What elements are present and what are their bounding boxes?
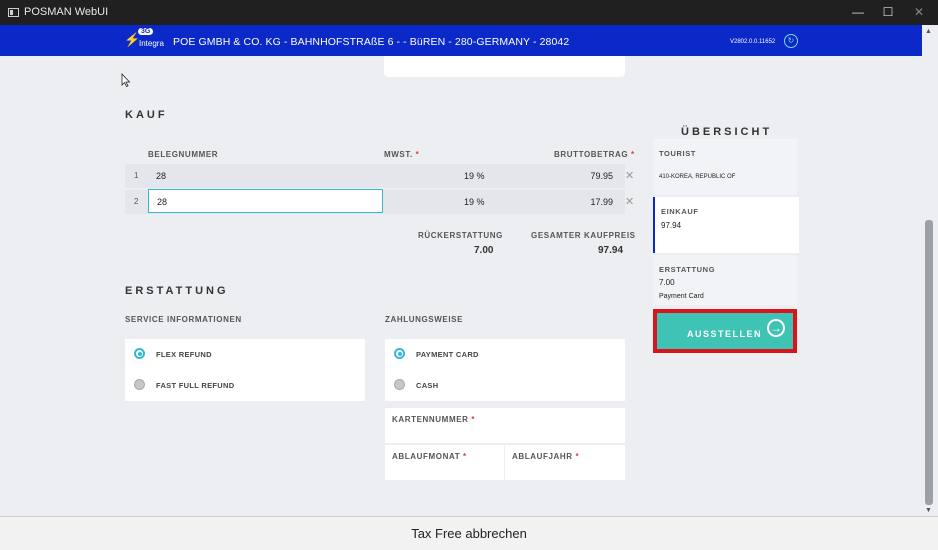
version-label: V2802.0.0.11652 bbox=[730, 39, 776, 45]
payment-card-option[interactable]: PAYMENT CARD bbox=[385, 339, 625, 370]
option-label: FLEX REFUND bbox=[156, 350, 212, 359]
integra-logo: ⚡ 3G Integra bbox=[124, 28, 168, 51]
table-row: 1 28 19 % 79.95 ✕ bbox=[125, 164, 634, 188]
kauf-section-title: KAUF bbox=[125, 109, 168, 121]
minimize-button[interactable]: — bbox=[850, 4, 866, 20]
col-mwst: MWST. * bbox=[384, 150, 420, 159]
partial-card bbox=[384, 56, 625, 77]
belegnummer-input[interactable]: 28 bbox=[148, 189, 383, 213]
option-label: PAYMENT CARD bbox=[416, 350, 479, 359]
ausstellen-button[interactable]: AUSSTELLEN → bbox=[657, 313, 793, 349]
einkauf-value: 97.94 bbox=[661, 221, 682, 230]
belegnummer-value[interactable]: 28 bbox=[156, 171, 166, 181]
ausstellen-label: AUSSTELLEN bbox=[687, 329, 763, 339]
window-titlebar: POSMAN WebUI — ☐ ✕ bbox=[0, 0, 938, 25]
brutto-value[interactable]: 17.99 bbox=[590, 197, 613, 207]
flex-refund-option[interactable]: FLEX REFUND bbox=[125, 339, 365, 370]
refresh-icon[interactable]: ↻ bbox=[784, 34, 798, 48]
kartennummer-field[interactable]: KARTENNUMMER * bbox=[385, 408, 625, 443]
erstattung-section-title: ERSTATTUNG bbox=[125, 285, 229, 297]
logo-text: Integra bbox=[139, 39, 164, 48]
row-index: 1 bbox=[134, 171, 139, 180]
footer-bar[interactable]: Tax Free abbrechen bbox=[0, 516, 938, 550]
tourist-country: 410-KOREA, REPUBLIC OF bbox=[659, 174, 736, 180]
uebersicht-title: ÜBERSICHT bbox=[681, 126, 773, 138]
app-window-icon bbox=[8, 8, 19, 17]
erstattung-label: ERSTATTUNG bbox=[659, 265, 716, 274]
app-header: ⚡ 3G Integra POE GMBH & CO. KG - BAHNHOF… bbox=[0, 25, 922, 56]
remove-row-icon[interactable]: ✕ bbox=[625, 169, 634, 182]
plug-icon: ⚡ bbox=[124, 32, 141, 47]
cash-option[interactable]: CASH bbox=[385, 370, 625, 401]
window-title: POSMAN WebUI bbox=[24, 6, 109, 18]
col-belegnummer: BELEGNUMMER bbox=[148, 150, 219, 159]
erstattung-value: 7.00 bbox=[659, 278, 675, 287]
erstattung-card: ERSTATTUNG 7.00 Payment Card bbox=[653, 255, 797, 306]
tourist-card: TOURIST 410-KOREA, REPUBLIC OF bbox=[653, 139, 797, 195]
radio-unselected-icon[interactable] bbox=[394, 379, 405, 390]
mwst-value[interactable]: 19 % bbox=[464, 171, 485, 181]
vertical-scrollbar[interactable]: ▲ ▼ bbox=[922, 25, 938, 516]
option-label: FAST FULL REFUND bbox=[156, 381, 235, 390]
einkauf-card: EINKAUF 97.94 bbox=[653, 197, 799, 253]
scroll-up-icon[interactable]: ▲ bbox=[925, 28, 932, 35]
option-label: CASH bbox=[416, 381, 439, 390]
maximize-button[interactable]: ☐ bbox=[880, 4, 896, 20]
fast-full-refund-option[interactable]: FAST FULL REFUND bbox=[125, 370, 365, 401]
close-window-button[interactable]: ✕ bbox=[911, 4, 927, 20]
rueckerstattung-label: RÜCKERSTATTUNG bbox=[418, 231, 503, 240]
ausstellen-highlight: AUSSTELLEN → bbox=[653, 309, 797, 353]
erstattung-method: Payment Card bbox=[659, 293, 704, 300]
arrow-right-icon: → bbox=[767, 319, 785, 337]
kartennummer-label: KARTENNUMMER * bbox=[392, 415, 476, 424]
scroll-down-icon[interactable]: ▼ bbox=[925, 507, 932, 514]
service-info-label: SERVICE INFORMATIONEN bbox=[125, 315, 242, 324]
gesamt-value: 97.94 bbox=[598, 245, 624, 256]
ablaufmonat-label: ABLAUFMONAT * bbox=[392, 452, 467, 461]
tax-free-cancel-button[interactable]: Tax Free abbrechen bbox=[0, 526, 938, 541]
radio-unselected-icon[interactable] bbox=[134, 379, 145, 390]
mwst-value[interactable]: 19 % bbox=[464, 197, 485, 207]
gesamt-label: GESAMTER KAUFPREIS bbox=[531, 231, 636, 240]
ablaufjahr-label: ABLAUFJAHR * bbox=[512, 452, 580, 461]
scrollbar-thumb[interactable] bbox=[925, 220, 933, 505]
ablaufjahr-field[interactable]: ABLAUFJAHR * bbox=[505, 445, 625, 480]
company-address: POE GMBH & CO. KG - BAHNHOFSTRAßE 6 - - … bbox=[173, 36, 570, 48]
row-index: 2 bbox=[134, 197, 139, 206]
zahlungsweise-label: ZAHLUNGSWEISE bbox=[385, 315, 464, 324]
radio-selected-icon[interactable] bbox=[394, 348, 405, 359]
mouse-cursor-icon bbox=[121, 73, 131, 87]
remove-row-icon[interactable]: ✕ bbox=[625, 195, 634, 208]
tourist-label: TOURIST bbox=[659, 149, 696, 158]
belegnummer-input-value: 28 bbox=[157, 197, 168, 207]
rueckerstattung-value: 7.00 bbox=[474, 245, 494, 256]
einkauf-label: EINKAUF bbox=[661, 207, 699, 216]
col-bruttobetrag: BRUTTOBETRAG * bbox=[554, 150, 635, 159]
logo-badge: 3G bbox=[138, 28, 154, 35]
radio-selected-icon[interactable] bbox=[134, 348, 145, 359]
ablaufmonat-field[interactable]: ABLAUFMONAT * bbox=[385, 445, 504, 480]
brutto-value[interactable]: 79.95 bbox=[590, 171, 613, 181]
